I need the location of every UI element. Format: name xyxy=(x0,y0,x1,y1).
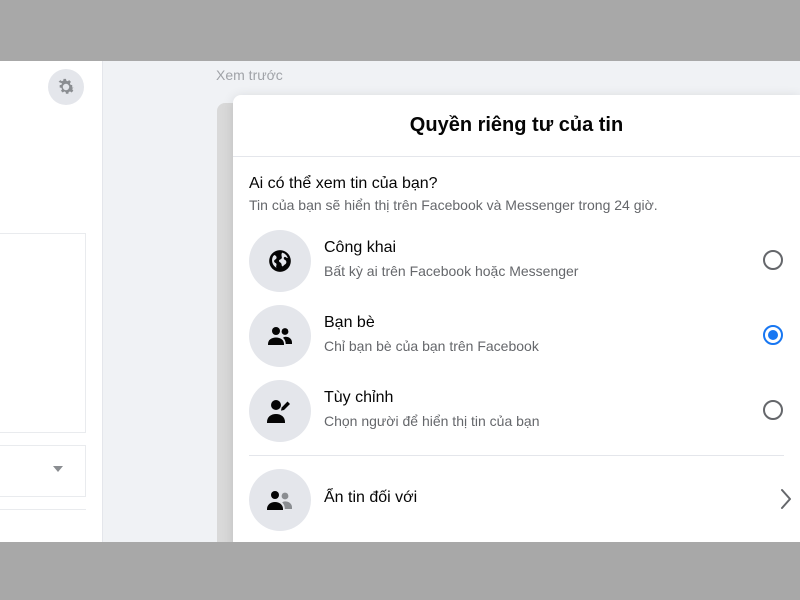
dialog-header: Quyền riêng tư của tin xyxy=(233,95,800,157)
left-content-box xyxy=(0,233,86,433)
settings-button[interactable] xyxy=(48,69,84,105)
chevron-right-icon xyxy=(781,489,791,509)
radio-custom[interactable] xyxy=(763,400,783,420)
left-panel xyxy=(0,61,103,542)
option-custom[interactable]: Tùy chỉnh Chọn người để hiển thị tin của… xyxy=(249,380,789,444)
person-edit-icon xyxy=(249,380,311,442)
friends-icon xyxy=(249,305,311,367)
audience-question: Ai có thể xem tin của bạn? xyxy=(249,175,438,192)
radio-friends[interactable] xyxy=(763,325,783,345)
dialog-title: Quyền riêng tư của tin xyxy=(409,114,624,136)
caret-down-icon xyxy=(53,466,63,472)
option-description: Chỉ bạn bè của bạn trên Facebook xyxy=(324,338,539,354)
option-title: Công khai xyxy=(324,239,397,256)
left-dropdown[interactable] xyxy=(0,445,86,497)
preview-label: Xem trước xyxy=(216,67,283,83)
option-description: Chọn người để hiển thị tin của bạn xyxy=(324,413,540,429)
gear-icon xyxy=(58,78,75,94)
globe-icon xyxy=(249,230,311,292)
divider xyxy=(249,455,784,456)
hide-people-icon xyxy=(249,469,311,531)
privacy-dialog: Quyền riêng tư của tin Ai có thể xem tin… xyxy=(233,95,800,542)
option-public[interactable]: Công khai Bất kỳ ai trên Facebook hoặc M… xyxy=(249,230,789,294)
radio-public[interactable] xyxy=(763,250,783,270)
option-title: Tùy chỉnh xyxy=(324,389,394,406)
option-title: Bạn bè xyxy=(324,314,375,331)
left-footer-box xyxy=(0,509,86,542)
option-friends[interactable]: Bạn bè Chỉ bạn bè của bạn trên Facebook xyxy=(249,305,789,369)
hide-story-row[interactable]: Ẩn tin đối với xyxy=(249,469,791,533)
option-description: Bất kỳ ai trên Facebook hoặc Messenger xyxy=(324,263,579,279)
screen: Xem trước Quyền riêng tư của tin Ai có t… xyxy=(0,61,800,542)
audience-subtitle: Tin của bạn sẽ hiển thị trên Facebook và… xyxy=(249,197,658,213)
hide-story-label: Ẩn tin đối với xyxy=(324,489,418,506)
